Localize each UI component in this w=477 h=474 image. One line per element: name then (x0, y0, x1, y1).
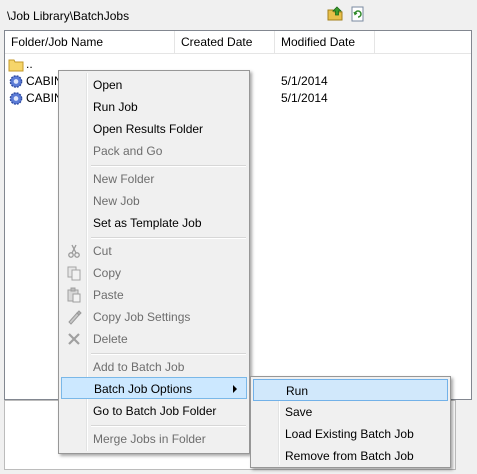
menu-item-delete[interactable]: Delete (61, 328, 247, 350)
menu-separator (91, 425, 246, 427)
menu-item-label: Pack and Go (93, 144, 163, 158)
menu-item-label: Paste (93, 288, 124, 302)
menu-item-pack-and-go[interactable]: Pack and Go (61, 140, 247, 162)
menu-item-label: Save (285, 405, 313, 419)
folder-up-icon[interactable] (327, 6, 343, 22)
menu-item-label: Run (286, 384, 309, 398)
menu-item-run-job[interactable]: Run Job (61, 96, 247, 118)
menu-item-label: Load Existing Batch Job (285, 427, 414, 441)
menu-item-label: Merge Jobs in Folder (93, 432, 206, 446)
menu-item-new-folder[interactable]: New Folder (61, 168, 247, 190)
menu-item-label: Copy Job Settings (93, 310, 191, 324)
menu-item-copy[interactable]: Copy (61, 262, 247, 284)
menu-item-merge-jobs-in-folder[interactable]: Merge Jobs in Folder (61, 428, 247, 450)
submenu-item-run[interactable]: Run (253, 379, 448, 401)
scissors-icon (68, 244, 80, 258)
refresh-icon[interactable] (350, 6, 366, 22)
batch-job-options-submenu: Run Save Load Existing Batch Job Remove … (250, 376, 451, 468)
menu-item-add-to-batch-job[interactable]: Add to Batch Job (61, 356, 247, 378)
menu-separator (91, 353, 246, 355)
menu-item-label: Open Results Folder (93, 122, 204, 136)
list-item-name: .. (26, 57, 33, 71)
column-header-created[interactable]: Created Date (175, 31, 275, 53)
submenu-arrow-icon (233, 385, 237, 393)
list-item-modified: 5/1/2014 (281, 91, 328, 105)
menu-item-open[interactable]: Open (61, 74, 247, 96)
gear-icon (9, 92, 23, 105)
menu-item-copy-job-settings[interactable]: Copy Job Settings (61, 306, 247, 328)
menu-item-go-to-batch-job-folder[interactable]: Go to Batch Job Folder (61, 400, 247, 422)
menu-item-label: Go to Batch Job Folder (93, 404, 217, 418)
menu-item-open-results-folder[interactable]: Open Results Folder (61, 118, 247, 140)
column-headers: Folder/Job Name Created Date Modified Da… (5, 31, 471, 54)
menu-item-label: Cut (93, 244, 112, 258)
menu-separator (91, 165, 246, 167)
paste-icon (67, 287, 81, 303)
column-header-name[interactable]: Folder/Job Name (5, 31, 175, 53)
submenu-item-save[interactable]: Save (253, 401, 448, 423)
submenu-item-load-existing-batch-job[interactable]: Load Existing Batch Job (253, 423, 448, 445)
menu-item-label: Delete (93, 332, 128, 346)
menu-item-label: Add to Batch Job (93, 360, 185, 374)
menu-item-cut[interactable]: Cut (61, 240, 247, 262)
gear-icon (9, 75, 23, 88)
path-label: \Job Library\BatchJobs (7, 9, 130, 23)
brush-icon (68, 310, 82, 325)
column-header-modified[interactable]: Modified Date (275, 31, 375, 53)
menu-item-label: New Job (93, 194, 140, 208)
menu-item-label: New Folder (93, 172, 155, 186)
copy-icon (67, 266, 81, 281)
submenu-item-remove-from-batch-job[interactable]: Remove from Batch Job (253, 445, 448, 467)
menu-item-label: Remove from Batch Job (285, 449, 414, 463)
delete-icon (68, 333, 80, 345)
menu-item-set-as-template-job[interactable]: Set as Template Job (61, 212, 247, 234)
list-item-modified: 5/1/2014 (281, 74, 328, 88)
path-bar: \Job Library\BatchJobs (0, 0, 477, 30)
folder-icon (8, 59, 24, 72)
menu-item-new-job[interactable]: New Job (61, 190, 247, 212)
menu-item-batch-job-options[interactable]: Batch Job Options (61, 377, 247, 399)
menu-item-label: Run Job (93, 100, 138, 114)
menu-item-paste[interactable]: Paste (61, 284, 247, 306)
menu-item-label: Copy (93, 266, 122, 280)
menu-item-label: Set as Template Job (93, 216, 202, 230)
context-menu: Open Run Job Open Results Folder Pack an… (58, 70, 250, 454)
menu-item-label: Batch Job Options (94, 382, 193, 396)
menu-item-label: Open (93, 78, 123, 92)
menu-separator (91, 237, 246, 239)
